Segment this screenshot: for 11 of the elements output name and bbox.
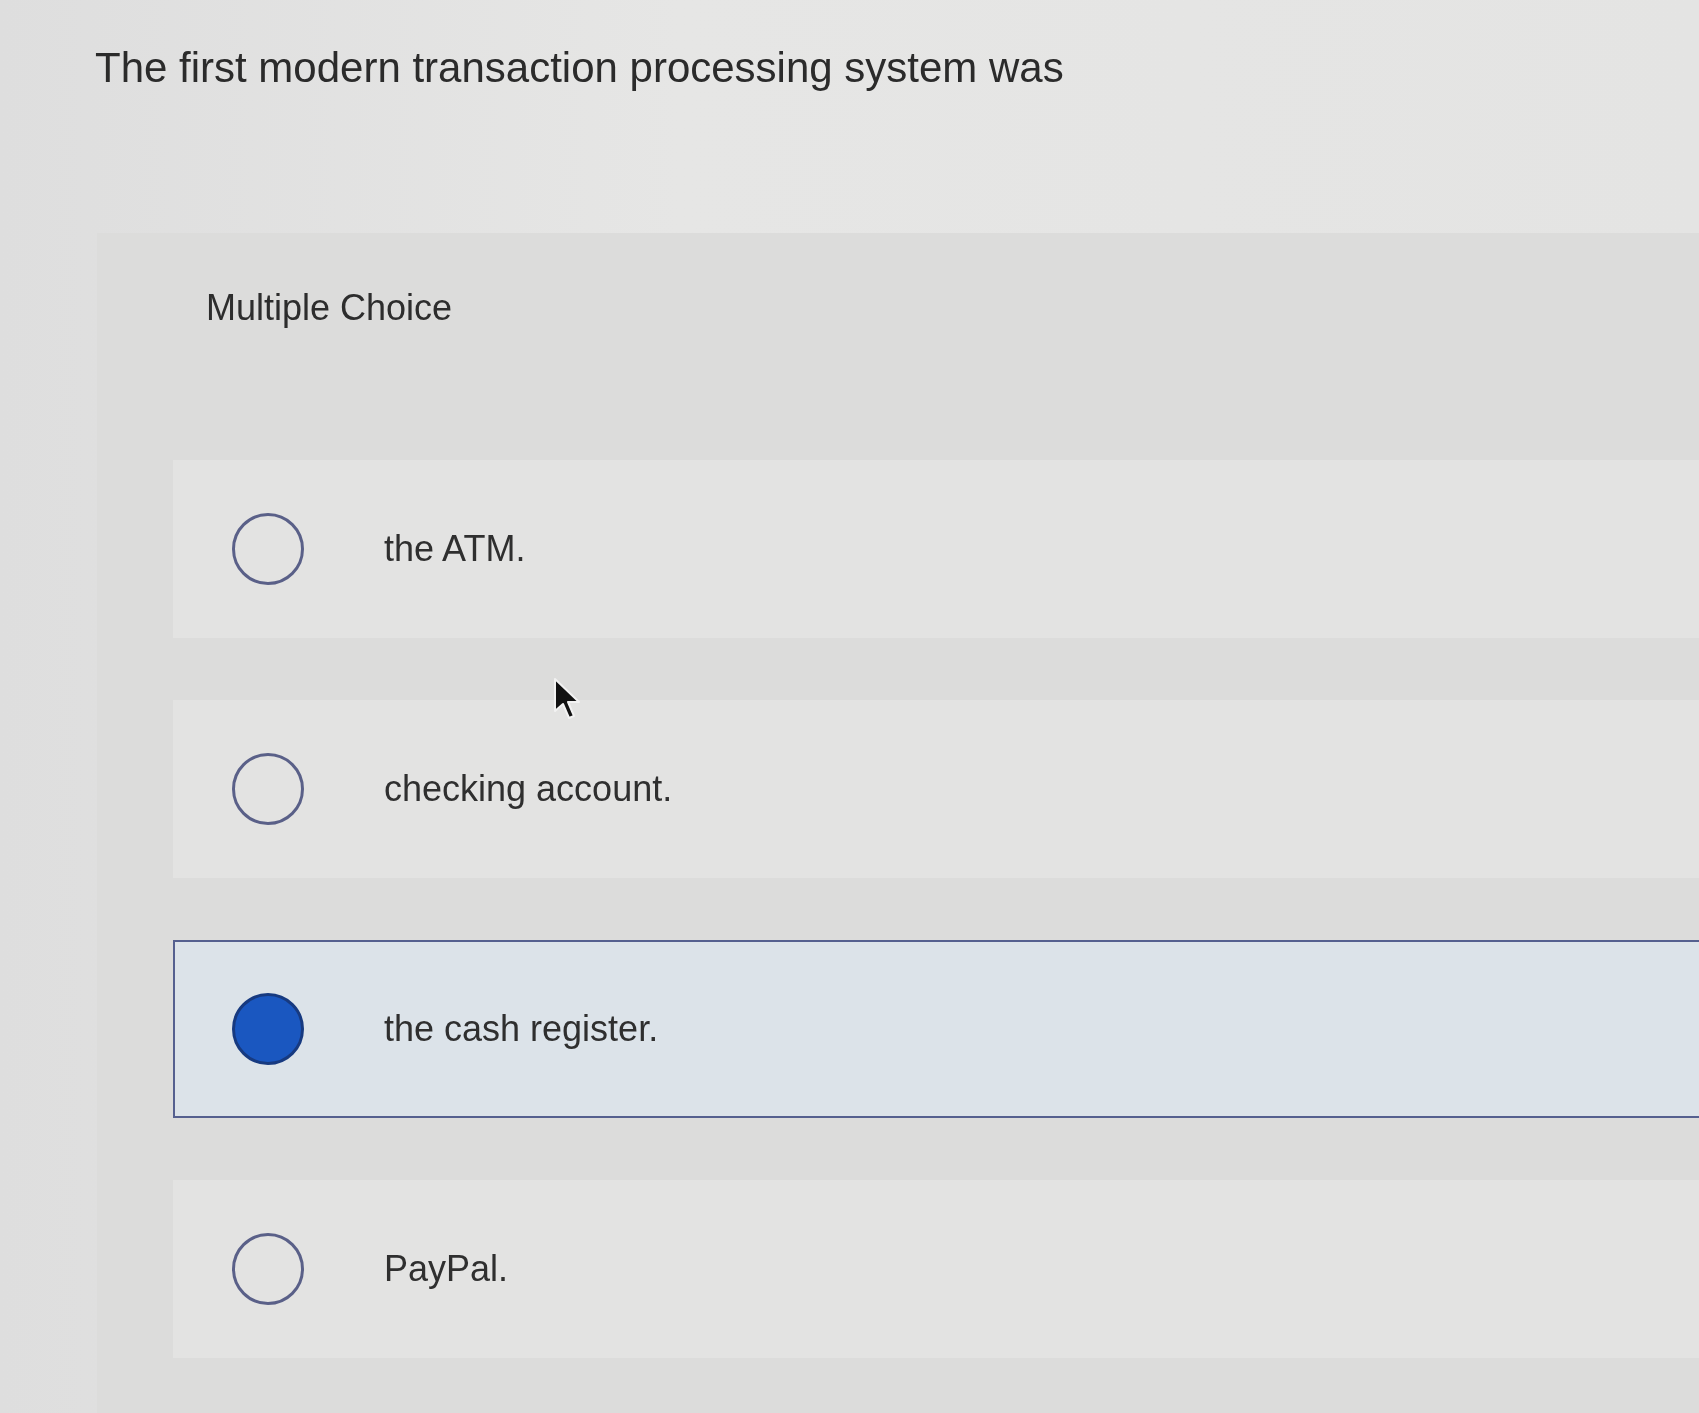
radio-icon[interactable] [232,513,304,585]
answer-option[interactable]: the ATM. [173,460,1699,638]
radio-icon[interactable] [232,753,304,825]
question-text: The first modern transaction processing system was [95,43,1064,93]
radio-icon[interactable] [232,1233,304,1305]
question-type-label: Multiple Choice [206,286,453,330]
answer-option[interactable]: checking account. [173,700,1699,878]
selected-answer-option[interactable]: the cash register. [173,940,1699,1118]
radio-selected-icon[interactable] [232,993,304,1065]
mouse-pointer-icon [553,677,581,721]
answer-option[interactable]: PayPal. [173,1180,1699,1358]
